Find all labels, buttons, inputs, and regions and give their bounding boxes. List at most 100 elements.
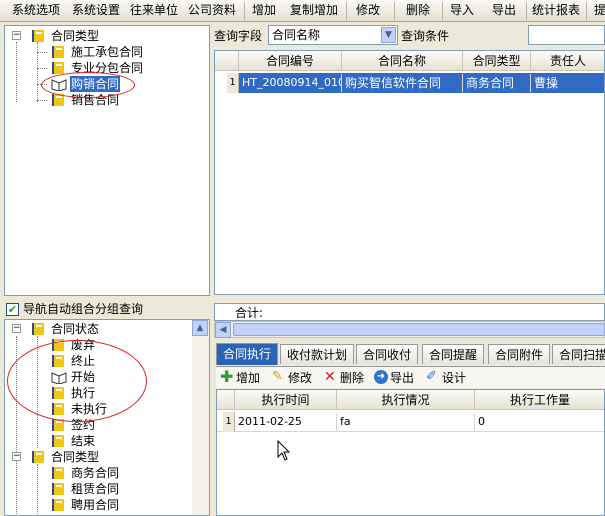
grid-horizontal-scrollbar[interactable]: ◀: [214, 321, 605, 338]
tree-line: [16, 42, 17, 102]
table-row[interactable]: 1 2011-02-25 fa 0: [217, 412, 604, 432]
tab-contract-reminders[interactable]: 合同提醒: [422, 344, 485, 364]
column-header-contract-name[interactable]: 合同名称: [342, 51, 463, 71]
tree-line: [37, 464, 38, 515]
column-header-contract-no[interactable]: 合同编号: [239, 51, 342, 71]
toolbar-contacts[interactable]: 往来单位: [126, 0, 182, 21]
detail-edit-button[interactable]: 修改: [288, 370, 312, 386]
tree-node-label: 商务合同: [71, 466, 120, 480]
toolbar-add-button[interactable]: 增加: [248, 0, 280, 21]
tab-contract-attachments[interactable]: 合同附件: [488, 344, 551, 364]
status-tree: − 合同状态 废弃 终止 开始 执行 未执行 签约 结束 − 合同类型 商务合同…: [4, 319, 210, 516]
tree-line: [37, 42, 38, 102]
toolbar-system-options[interactable]: 系统选项: [8, 0, 64, 21]
book-icon: [51, 482, 67, 496]
column-header-exec-status[interactable]: 执行情况: [337, 390, 475, 410]
tree-line: [37, 68, 47, 69]
toolbar-separator: [586, 2, 587, 20]
tree-node-label: 聘用合同: [71, 498, 120, 512]
tab-contract-execution[interactable]: 合同执行: [216, 343, 279, 365]
book-icon: [31, 322, 47, 336]
cell-contract-no[interactable]: HT_20080914_010: [239, 74, 342, 92]
design-icon[interactable]: ✐: [426, 370, 440, 384]
toolbar-more-button[interactable]: 提: [590, 0, 605, 21]
toolbar-separator: [526, 2, 527, 20]
check-icon[interactable]: ✔: [6, 303, 19, 316]
collapse-icon[interactable]: −: [12, 31, 21, 40]
detail-design-button[interactable]: 设计: [442, 370, 466, 386]
execution-grid: 执行时间 执行情况 执行工作量 1 2011-02-25 fa 0: [216, 389, 605, 516]
close-icon[interactable]: ✕: [324, 370, 338, 384]
book-icon: [31, 450, 47, 464]
plus-icon[interactable]: ✚: [220, 369, 234, 385]
query-field-value: 合同名称: [272, 28, 321, 42]
tree-line: [37, 100, 47, 101]
cell-contract-type[interactable]: 商务合同: [463, 74, 531, 92]
scroll-up-icon[interactable]: ▲: [192, 320, 208, 336]
scroll-left-icon[interactable]: ◀: [215, 322, 231, 338]
toolbar-system-settings[interactable]: 系统设置: [68, 0, 124, 21]
highlight-annotation: [7, 340, 147, 422]
tree-scrollbar[interactable]: ▲: [192, 320, 209, 515]
book-icon: [51, 466, 67, 480]
collapse-icon[interactable]: −: [12, 452, 21, 461]
row-number: 1: [227, 73, 239, 93]
highlight-annotation: [41, 72, 135, 98]
book-icon: [51, 498, 67, 512]
toolbar-edit-button[interactable]: 修改: [352, 0, 384, 21]
collapse-icon[interactable]: −: [12, 324, 21, 333]
toolbar-separator: [346, 2, 347, 20]
book-icon: [51, 434, 67, 448]
export-icon[interactable]: ➜: [374, 370, 388, 384]
chevron-down-icon[interactable]: ▼: [381, 27, 396, 43]
tab-payment-plan[interactable]: 收付款计划: [280, 344, 355, 364]
toolbar-delete-button[interactable]: 删除: [402, 0, 434, 21]
cell-exec-time[interactable]: 2011-02-25: [235, 413, 337, 431]
tree-node-label: 合同状态: [51, 322, 100, 336]
row-number: 1: [223, 412, 235, 432]
cell-exec-workload[interactable]: 0: [475, 413, 604, 431]
query-field-label: 查询字段: [214, 29, 263, 43]
toolbar-separator: [394, 2, 395, 20]
query-condition-input[interactable]: [528, 25, 605, 45]
total-label: 合计:: [235, 306, 264, 320]
pencil-icon[interactable]: ✎: [272, 370, 286, 384]
cell-owner[interactable]: 曹操: [531, 74, 604, 92]
tab-strip: 合同执行 收付款计划 合同收付 合同提醒 合同附件 合同扫描: [216, 343, 605, 366]
toolbar-export-button[interactable]: 导出: [488, 0, 520, 21]
book-icon: [31, 29, 47, 43]
total-row: 合计:: [214, 303, 605, 321]
tree-node-label: 租赁合同: [71, 482, 120, 496]
cell-contract-name[interactable]: 购买智信软件合同: [342, 74, 463, 92]
contract-grid: 合同编号 合同名称 合同类型 责任人 1 HT_20080914_010 购买智…: [214, 50, 605, 295]
toolbar-import-button[interactable]: 导入: [446, 0, 478, 21]
tree-node-label: 施工承包合同: [71, 45, 144, 59]
cell-exec-status[interactable]: fa: [337, 413, 475, 431]
nav-auto-group-checkbox-row[interactable]: ✔ 导航自动组合分组查询: [6, 301, 211, 317]
toolbar-company-info[interactable]: 公司资料: [184, 0, 240, 21]
query-field-select[interactable]: 合同名称 ▼: [268, 25, 398, 45]
detail-export-button[interactable]: 导出: [390, 370, 414, 386]
table-row[interactable]: 1 HT_20080914_010 购买智信软件合同 商务合同 曹操: [215, 73, 604, 93]
toolbar-separator: [244, 2, 245, 20]
column-header-owner[interactable]: 责任人: [531, 51, 604, 71]
grid-corner: [217, 390, 235, 410]
tab-contract-scans[interactable]: 合同扫描: [552, 344, 605, 364]
grid-corner: [215, 51, 239, 71]
detail-toolbar: ✚ 增加 ✎ 修改 ✕ 删除 ➜ 导出 ✐ 设计: [216, 366, 605, 388]
query-condition-label: 查询条件: [401, 29, 450, 43]
toolbar-separator: [442, 2, 443, 20]
detail-delete-button[interactable]: 删除: [340, 370, 364, 386]
book-icon: [51, 45, 67, 59]
column-header-exec-time[interactable]: 执行时间: [235, 390, 337, 410]
toolbar-reports-button[interactable]: 统计报表: [528, 0, 584, 21]
column-header-exec-workload[interactable]: 执行工作量: [475, 390, 604, 410]
toolbar-copy-add-button[interactable]: 复制增加: [286, 0, 342, 21]
tree-node-label: 合同类型: [51, 29, 100, 43]
tree-node-label: 合同类型: [51, 450, 100, 464]
column-header-contract-type[interactable]: 合同类型: [463, 51, 531, 71]
tab-contract-payments[interactable]: 合同收付: [356, 344, 419, 364]
detail-add-button[interactable]: 增加: [236, 370, 260, 386]
tree-line: [37, 52, 47, 53]
scroll-thumb[interactable]: [233, 323, 605, 336]
